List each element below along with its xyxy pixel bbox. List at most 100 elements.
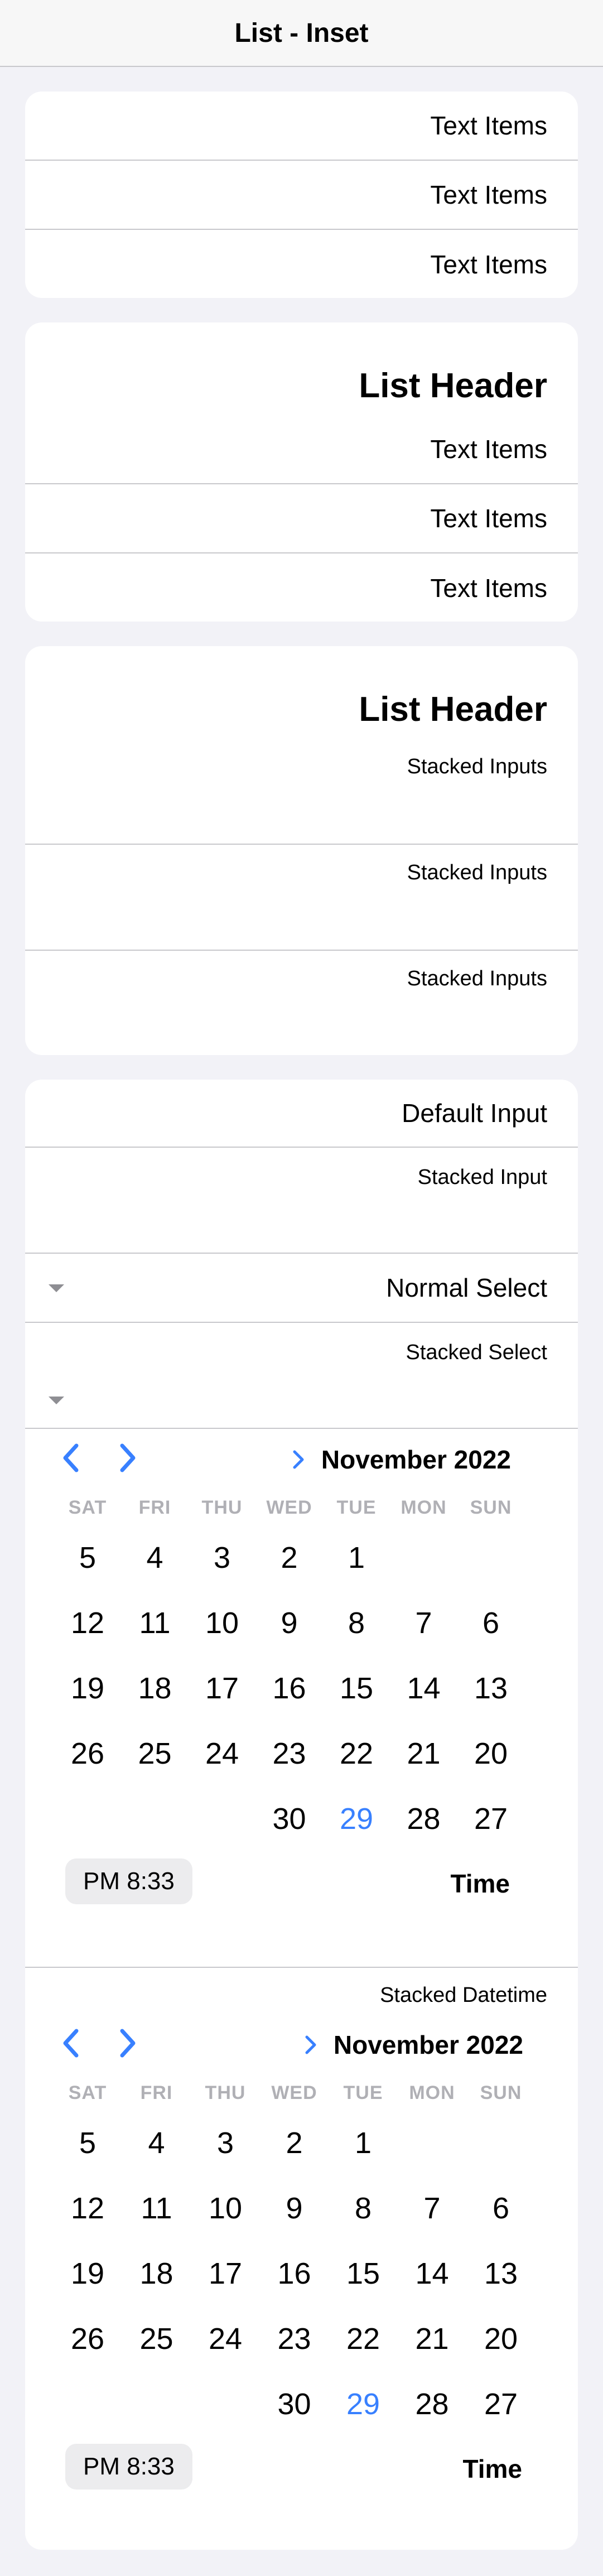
calendar-day[interactable]: 30 (261, 2387, 328, 2421)
calendar-day[interactable]: 11 (122, 1606, 189, 1640)
calendar-day[interactable]: 15 (323, 1671, 390, 1706)
calendar-day[interactable]: 27 (457, 1802, 524, 1836)
list-item[interactable]: Text Items (25, 230, 578, 298)
calendar-day[interactable]: 24 (189, 1736, 255, 1771)
calendar-day[interactable]: 21 (399, 2322, 466, 2356)
calendar-day[interactable]: 22 (323, 1736, 390, 1771)
calendar-day[interactable]: 20 (457, 1736, 524, 1771)
list-item[interactable]: Text Items (25, 553, 578, 622)
list-item-label: Text Items (430, 574, 547, 603)
inset-list-stacked-inputs: List Header Stacked Inputs (25, 646, 578, 1055)
calendar-day[interactable]: 8 (330, 2191, 397, 2226)
calendar-day[interactable]: 18 (123, 2256, 190, 2291)
calendar-day[interactable]: 20 (467, 2322, 534, 2356)
weekday-label: WED (271, 2082, 317, 2103)
calendar-day-today[interactable]: 29 (323, 1802, 390, 1836)
calendar-day[interactable]: 5 (54, 1540, 121, 1575)
calendar-day[interactable]: 13 (457, 1671, 524, 1706)
calendar-day[interactable]: 19 (54, 1671, 121, 1706)
calendar-day[interactable]: 26 (54, 2322, 121, 2356)
weekday-label: MON (401, 1497, 447, 1518)
time-button[interactable]: PM 8:33 (65, 1858, 192, 1904)
list-item[interactable]: Text Items (25, 161, 578, 230)
calendar-day[interactable]: 16 (261, 2256, 328, 2291)
calendar-day[interactable]: 4 (123, 2126, 190, 2160)
calendar-day[interactable]: 22 (330, 2322, 397, 2356)
calendar-day[interactable]: 26 (54, 1736, 121, 1771)
list-item-label: Text Items (430, 111, 547, 140)
chevron-left-icon (63, 1443, 79, 1472)
calendar-day[interactable]: 4 (122, 1540, 189, 1575)
calendar-day[interactable]: 7 (399, 2191, 466, 2226)
calendar-day[interactable]: 18 (122, 1671, 189, 1706)
list-item[interactable]: Text Items (25, 415, 578, 484)
calendar-day[interactable]: 16 (256, 1671, 323, 1706)
calendar-day[interactable]: 2 (261, 2126, 328, 2160)
time-button[interactable]: PM 8:33 (65, 2444, 192, 2490)
list-item-label: Text Items (430, 504, 547, 533)
calendar-day[interactable]: 8 (323, 1606, 390, 1640)
calendar-day[interactable]: 28 (390, 1802, 457, 1836)
calendar-day[interactable]: 14 (390, 1671, 457, 1706)
calendar-day[interactable]: 23 (261, 2322, 328, 2356)
weekday-label: FRI (138, 1497, 171, 1518)
calendar-day[interactable]: 28 (399, 2387, 466, 2421)
calendar-day[interactable]: 1 (330, 2126, 397, 2160)
calendar-day[interactable]: 17 (192, 2256, 259, 2291)
calendar-day-today[interactable]: 29 (330, 2387, 397, 2421)
prev-month-button[interactable] (54, 2026, 88, 2060)
chevron-right-icon (120, 1443, 136, 1472)
calendar-day[interactable]: 9 (256, 1606, 323, 1640)
calendar-day[interactable]: 25 (123, 2322, 190, 2356)
calendar-day[interactable]: 3 (192, 2126, 259, 2160)
list-item-label: Text Items (430, 250, 547, 279)
calendar-day[interactable]: 10 (189, 1606, 255, 1640)
calendar-day[interactable]: 14 (399, 2256, 466, 2291)
calendar-day[interactable]: 5 (54, 2126, 121, 2160)
calendar-day[interactable]: 23 (256, 1736, 323, 1771)
calendar-day[interactable]: 25 (122, 1736, 189, 1771)
prev-month-button[interactable] (54, 1441, 88, 1475)
next-month-button[interactable] (111, 2026, 144, 2060)
calendar-day[interactable]: 27 (467, 2387, 534, 2421)
list-header: List Header (359, 690, 547, 729)
calendar-day[interactable]: 1 (323, 1540, 390, 1575)
calendar-day[interactable]: 3 (189, 1540, 255, 1575)
normal-select-item[interactable]: Normal Select (25, 1254, 578, 1323)
calendar-day[interactable]: 7 (390, 1606, 457, 1640)
calendar-day[interactable]: 10 (192, 2191, 259, 2226)
calendar-day[interactable]: 9 (261, 2191, 328, 2226)
weekday-label: SAT (68, 2082, 107, 2103)
calendar-day[interactable]: 21 (390, 1736, 457, 1771)
chevron-right-icon (293, 1450, 304, 1469)
calendar-day[interactable]: 11 (123, 2191, 190, 2226)
month-year-button[interactable]: November 2022 (291, 1445, 511, 1475)
calendar-day[interactable]: 24 (192, 2322, 259, 2356)
calendar-day[interactable]: 15 (330, 2256, 397, 2291)
weekday-label: MON (409, 2082, 455, 2103)
inset-list-form-controls: Default Input Stacked Input Normal Selec… (25, 1080, 578, 2550)
divider (25, 1967, 578, 1968)
calendar-day[interactable]: 6 (467, 2191, 534, 2226)
calendar-day[interactable]: 6 (457, 1606, 524, 1640)
calendar-day[interactable]: 2 (256, 1540, 323, 1575)
stacked-input-item[interactable]: Stacked Input (25, 1148, 578, 1254)
calendar-day[interactable]: 12 (54, 1606, 121, 1640)
calendar-day[interactable]: 17 (189, 1671, 255, 1706)
stacked-input-label: Stacked Input (417, 1166, 547, 1189)
list-item[interactable]: Text Items (25, 92, 578, 161)
toolbar: List - Inset (0, 0, 603, 67)
calendar-day[interactable]: 12 (54, 2191, 121, 2226)
list-item[interactable]: Text Items (25, 484, 578, 553)
stacked-select-item[interactable]: Stacked Select (25, 1323, 578, 1429)
stacked-select-label: Stacked Select (406, 1341, 547, 1364)
calendar-day[interactable]: 13 (467, 2256, 534, 2291)
next-month-button[interactable] (111, 1441, 144, 1475)
month-year-button[interactable]: November 2022 (303, 2030, 523, 2060)
stacked-datetime-label: Stacked Datetime (380, 1983, 547, 2007)
caret-down-icon (49, 1397, 64, 1404)
calendar-day[interactable]: 30 (256, 1802, 323, 1836)
chevron-left-icon (63, 2029, 79, 2058)
default-input-item[interactable]: Default Input (25, 1080, 578, 1148)
calendar-day[interactable]: 19 (54, 2256, 121, 2291)
